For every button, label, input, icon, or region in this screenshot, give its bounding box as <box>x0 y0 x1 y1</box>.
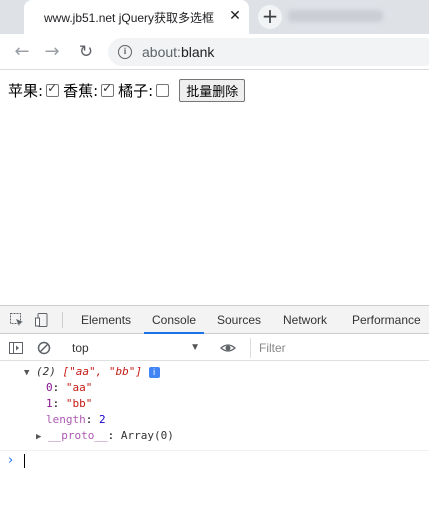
browser-toolbar: ← → ↻ i about:blank <box>0 34 429 70</box>
checkbox-apple[interactable] <box>46 81 60 97</box>
label-orange: 橘子: <box>118 82 154 100</box>
console-entry: length: 2 <box>46 412 106 428</box>
blurred-tab <box>288 10 383 22</box>
entry-colon: : <box>85 413 99 426</box>
eye-icon[interactable] <box>220 340 236 356</box>
expand-triangle-icon[interactable]: ▼ <box>24 368 29 378</box>
entry-value: 2 <box>99 413 106 426</box>
forward-arrow-icon[interactable]: → <box>40 40 64 64</box>
entry-value: "aa" <box>65 381 93 394</box>
page-content: 苹果: 香蕉: 橘子: 批量删除 <box>0 71 429 305</box>
entry-key: length <box>46 413 86 426</box>
info-icon[interactable]: i <box>118 45 132 59</box>
clear-console-icon[interactable] <box>36 340 52 356</box>
array-preview: ["aa", "bb"] <box>62 365 143 378</box>
device-toolbar-icon[interactable] <box>34 312 50 328</box>
tab-sources[interactable]: Sources <box>217 306 261 334</box>
context-label: top <box>72 341 89 355</box>
context-selector[interactable]: top ▼ <box>64 338 206 358</box>
inspect-element-icon[interactable] <box>9 312 25 328</box>
url-host: blank <box>180 44 215 60</box>
prompt-chevron-icon: › <box>8 453 14 468</box>
checkbox-orange[interactable] <box>156 84 170 97</box>
console-array-summary[interactable]: ▼ (2) ["aa", "bb"] i <box>24 364 160 380</box>
checkbox-banana[interactable] <box>101 81 115 97</box>
address-bar[interactable]: i about:blank <box>108 38 429 66</box>
entry-colon: : <box>52 397 66 410</box>
entry-colon: : <box>107 429 121 442</box>
tab-close-icon[interactable]: ✕ <box>227 8 243 24</box>
filter-input[interactable]: Filter <box>250 338 429 358</box>
label-banana: 香蕉: <box>63 82 99 100</box>
tab-strip: www.jb51.net jQuery获取多选框 ✕ + <box>0 0 429 34</box>
checkbox-row: 苹果: 香蕉: 橘子: 批量删除 <box>8 79 246 102</box>
sidebar-toggle-icon[interactable] <box>8 340 24 356</box>
devtools-tabbar: Elements Console Sources Network Perform… <box>0 306 429 334</box>
console-filterbar: top ▼ Filter <box>0 335 429 361</box>
tab-performance[interactable]: Performance <box>352 306 421 334</box>
console-prompt[interactable]: › <box>0 450 429 470</box>
browser-tab[interactable]: www.jb51.net jQuery获取多选框 ✕ <box>24 0 249 34</box>
proto-value: Array(0) <box>120 429 174 442</box>
tab-console[interactable]: Console <box>144 306 205 334</box>
tab-elements[interactable]: Elements <box>81 306 131 334</box>
entry-key: 1 <box>46 397 53 410</box>
console-entry: 0: "aa" <box>46 380 92 396</box>
back-arrow-icon[interactable]: ← <box>10 40 34 64</box>
info-badge-icon[interactable]: i <box>148 366 160 378</box>
proto-key: __proto__ <box>48 429 108 442</box>
text-caret <box>24 454 25 468</box>
label-apple: 苹果: <box>8 82 44 100</box>
url-text: about:blank <box>142 44 214 60</box>
url-prefix: about: <box>142 44 181 60</box>
console-output: ▼ (2) ["aa", "bb"] i 0: "aa" 1: "bb" len… <box>0 362 429 516</box>
toolbar-divider <box>62 312 63 328</box>
new-tab-button[interactable]: + <box>258 5 282 29</box>
entry-value: "bb" <box>65 397 93 410</box>
collapse-triangle-icon[interactable]: ▶ <box>36 432 41 442</box>
devtools-panel: Elements Console Sources Network Perform… <box>0 305 429 516</box>
entry-key: 0 <box>46 381 53 394</box>
entry-colon: : <box>52 381 66 394</box>
array-count: (2) <box>36 365 56 378</box>
reload-icon[interactable]: ↻ <box>74 40 98 64</box>
console-entry: 1: "bb" <box>46 396 92 412</box>
tab-title: www.jb51.net jQuery获取多选框 <box>44 11 215 25</box>
batch-delete-button[interactable]: 批量删除 <box>179 79 246 102</box>
console-proto-entry[interactable]: ▶ __proto__: Array(0) <box>36 428 174 444</box>
tab-network[interactable]: Network <box>283 306 327 334</box>
chevron-down-icon: ▼ <box>190 342 200 353</box>
